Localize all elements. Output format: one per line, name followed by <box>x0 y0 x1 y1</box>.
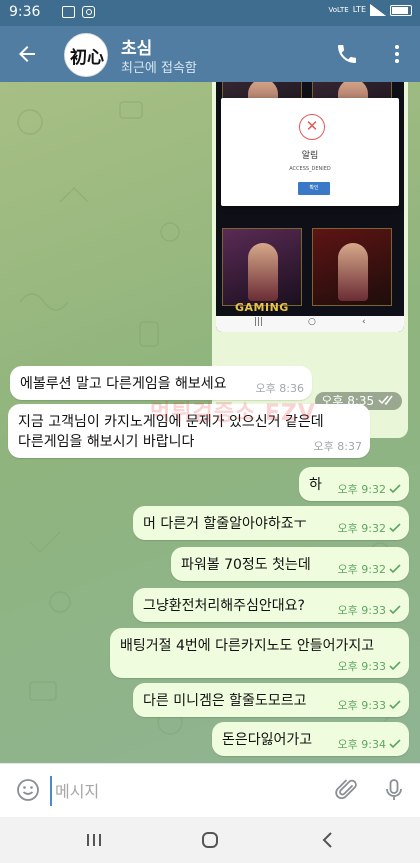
system-navigation-bar <box>0 817 420 863</box>
message-status: 오후 9:33 <box>338 658 401 674</box>
read-check-icon <box>378 395 396 405</box>
chat-area[interactable]: GAMING ✕ 알림 ACCESS_DENIED 확인 ||| ○ ‹ 오후 8:… <box>0 82 420 763</box>
chat-header: 初心 초심 최근에 접속함 <box>0 26 420 82</box>
game-thumbnail: GAMING <box>222 228 302 314</box>
message-text: 돈은다잃어가고 <box>222 732 313 748</box>
check-icon <box>389 523 401 533</box>
attachment-icon[interactable] <box>334 777 360 803</box>
message-composer <box>0 763 420 817</box>
check-icon <box>389 661 401 671</box>
last-seen-status: 최근에 접속함 <box>121 61 197 76</box>
game-brand-label: GAMING <box>235 301 289 314</box>
message-text: 그냥환전처리해주심안대요? <box>143 598 305 614</box>
volte-indicator: VoLTE <box>328 6 349 14</box>
avatar-calligraphy: 初心 <box>70 47 104 68</box>
more-options-icon[interactable] <box>385 42 409 66</box>
message-text: 배팅거절 4번에 다른카지노도 안들어가지고 <box>120 638 375 654</box>
check-icon <box>389 484 401 494</box>
message-text: 머 다른거 할줄알아야하죠ㅜ <box>143 516 307 532</box>
outgoing-message[interactable]: 머 다른거 할줄알아야하죠ㅜ 오후 9:32 <box>133 506 409 540</box>
message-status: 오후 9:32 <box>338 520 401 536</box>
message-status: 오후 9:34 <box>338 736 401 752</box>
dialog-title: 알림 <box>301 151 319 161</box>
message-status: 오후 9:32 <box>338 481 401 497</box>
outgoing-message[interactable]: 하 오후 9:32 <box>299 467 409 501</box>
status-time: 9:36 <box>9 4 41 20</box>
check-icon <box>389 700 401 710</box>
message-status: 오후 9:32 <box>338 561 401 577</box>
home-icon[interactable] <box>198 828 222 852</box>
message-time: 오후 8:37 <box>313 440 362 453</box>
message-text: 다른 미니겜은 할줄도모르고 <box>143 693 307 709</box>
outgoing-message[interactable]: 파워볼 70정도 첫는데 오후 9:32 <box>171 547 409 581</box>
message-text: 에볼루션 말고 다른게임을 해보세요 <box>20 376 227 392</box>
screenshot-navbar: ||| ○ ‹ <box>216 316 404 332</box>
battery-icon <box>390 4 412 16</box>
contact-name[interactable]: 초심 <box>121 34 152 59</box>
avatar[interactable]: 初心 <box>64 33 108 77</box>
dialog-confirm-button: 확인 <box>298 182 330 195</box>
screen-record-icon <box>82 6 95 18</box>
check-icon <box>389 739 401 749</box>
message-time: 오후 8:36 <box>255 382 304 395</box>
check-icon <box>389 605 401 615</box>
check-icon <box>389 564 401 574</box>
message-text: 하 <box>309 477 322 493</box>
message-input[interactable] <box>50 776 310 806</box>
error-x-icon: ✕ <box>299 114 325 140</box>
status-bar: 9:36 VoLTE LTE <box>0 0 420 26</box>
microphone-icon[interactable] <box>381 777 407 803</box>
gallery-notification-icon <box>62 6 75 18</box>
watermark-logo: 먹튀검증소 EZV <box>150 401 316 426</box>
signal-icon <box>370 4 386 16</box>
network-type: LTE <box>352 5 366 14</box>
emoji-icon[interactable] <box>15 777 41 803</box>
message-status: 오후 9:33 <box>338 602 401 618</box>
back-arrow-icon[interactable] <box>15 42 39 66</box>
dialog-message: ACCESS_DENIED <box>289 166 331 172</box>
back-nav-icon[interactable] <box>316 828 340 852</box>
outgoing-message[interactable]: 다른 미니겜은 할줄도모르고 오후 9:33 <box>133 683 409 717</box>
recent-apps-icon[interactable] <box>82 828 106 852</box>
screenshot-image[interactable]: GAMING ✕ 알림 ACCESS_DENIED 확인 ||| ○ ‹ <box>216 82 404 332</box>
outgoing-message[interactable]: 돈은다잃어가고 오후 9:34 <box>212 722 409 756</box>
alert-dialog: ✕ 알림 ACCESS_DENIED 확인 <box>221 98 399 206</box>
outgoing-message[interactable]: 그냥환전처리해주심안대요? 오후 9:33 <box>133 588 409 622</box>
game-thumbnail <box>312 228 392 306</box>
message-text-line: 다른게임을 해보시기 바랍니다 <box>18 434 195 450</box>
message-status: 오후 9:33 <box>338 697 401 713</box>
outgoing-message[interactable]: 배팅거절 4번에 다른카지노도 안들어가지고 오후 9:33 <box>110 628 409 678</box>
phone-call-icon[interactable] <box>335 42 359 66</box>
message-text: 파워볼 70정도 첫는데 <box>181 557 311 573</box>
